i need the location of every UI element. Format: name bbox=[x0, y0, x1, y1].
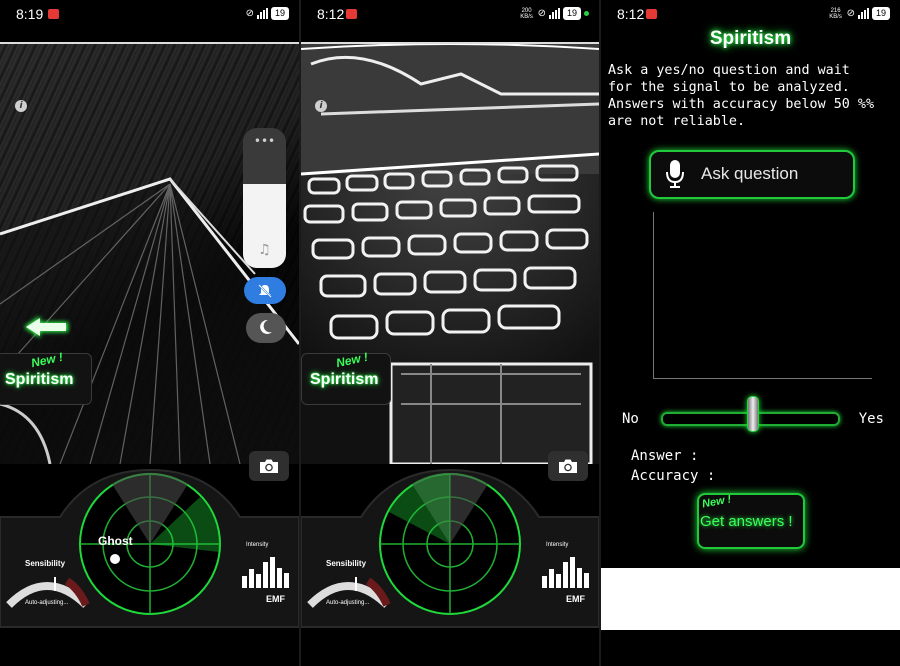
ghost-label: Ghost bbox=[98, 534, 133, 548]
moon-icon bbox=[260, 319, 272, 334]
network-speed: 216 KB/s bbox=[829, 7, 842, 20]
emf-bar bbox=[542, 576, 547, 588]
emf-bar bbox=[242, 576, 247, 588]
mute-toggle-button[interactable] bbox=[244, 277, 286, 304]
yes-label: Yes bbox=[858, 411, 884, 427]
mute-status-icon: ⊘ bbox=[846, 8, 855, 19]
spiritism-label: Spiritism bbox=[5, 371, 74, 388]
battery-indicator: 19 bbox=[871, 7, 890, 20]
sensibility-label: Sensibility bbox=[25, 559, 66, 568]
more-options-icon[interactable]: ••• bbox=[243, 134, 286, 148]
notification-icon bbox=[646, 9, 657, 19]
ad-banner-area bbox=[601, 568, 900, 630]
get-answers-label: Get answers ! bbox=[700, 513, 793, 530]
mute-status-icon: ⊘ bbox=[537, 8, 546, 19]
battery-indicator: 19 bbox=[270, 7, 289, 20]
sensibility-status: Auto-adjusting... bbox=[326, 600, 370, 606]
get-answers-button[interactable]: New ! Get answers ! bbox=[697, 493, 805, 549]
spiritism-button[interactable]: New ! Spiritism bbox=[0, 349, 92, 405]
emf-label: EMF bbox=[566, 594, 585, 604]
ask-question-button[interactable]: Ask question bbox=[649, 150, 855, 199]
status-icons: 216 KB/s ⊘ 19 bbox=[828, 7, 890, 20]
instructions-text: Ask a yes/no question and wait for the s… bbox=[608, 63, 875, 129]
spiritism-button[interactable]: New ! Spiritism bbox=[301, 349, 391, 405]
sensibility-label: Sensibility bbox=[326, 559, 367, 568]
ask-question-label: Ask question bbox=[701, 164, 799, 183]
detector-hud: Sensibility Auto-adjusting... Intensity … bbox=[301, 462, 599, 632]
page-title: Spiritism bbox=[709, 28, 792, 49]
new-badge: New ! bbox=[29, 349, 65, 371]
emf-bars bbox=[242, 554, 294, 588]
mute-status-icon: ⊘ bbox=[245, 8, 254, 19]
status-icons: ⊘ 19 bbox=[246, 7, 289, 20]
new-badge: New ! bbox=[334, 349, 370, 371]
back-arrow-icon[interactable] bbox=[22, 313, 72, 341]
sensibility-status: Auto-adjusting... bbox=[25, 600, 69, 606]
emf-bar bbox=[263, 562, 268, 588]
sensibility-gauge: Sensibility Auto-adjusting... bbox=[5, 559, 90, 611]
spiritism-label: Spiritism bbox=[310, 371, 379, 388]
intensity-label: Intensity bbox=[546, 542, 569, 548]
status-icons: 200 KB/s ⊘ 19 bbox=[519, 7, 589, 20]
sensibility-gauge: Sensibility Auto-adjusting... bbox=[306, 559, 391, 611]
do-not-disturb-button[interactable] bbox=[246, 313, 286, 343]
emf-bar bbox=[563, 562, 568, 588]
emf-bar bbox=[570, 557, 575, 588]
emf-bar bbox=[256, 574, 261, 588]
status-time: 8:12 bbox=[317, 6, 345, 22]
detector-hud: Ghost Sensibility Auto-adjusting... Inte… bbox=[0, 462, 299, 632]
microphone-icon bbox=[666, 160, 684, 188]
slider-knob[interactable] bbox=[747, 396, 759, 432]
status-bar: 8:12 216 KB/s ⊘ 19 bbox=[601, 0, 900, 30]
emf-bar bbox=[584, 573, 589, 588]
info-icon[interactable]: i bbox=[315, 100, 327, 112]
screen-spiritism: 8:12 216 KB/s ⊘ 19 Spiritism Ask a yes/n… bbox=[601, 0, 900, 666]
emf-bar bbox=[556, 574, 561, 588]
screen-ghost-radar-1: 8:19 ⊘ 19 i ••• ♫ New ! Spiritism Ghost … bbox=[0, 0, 299, 666]
network-speed: 200 KB/s bbox=[520, 7, 533, 20]
no-label: No bbox=[622, 411, 639, 427]
signal-chart bbox=[653, 212, 872, 379]
answer-slider: No Yes bbox=[601, 396, 900, 436]
emf-bar bbox=[277, 568, 282, 588]
answer-label: Answer : bbox=[631, 448, 699, 464]
emf-meter: Intensity EMF bbox=[538, 542, 596, 612]
signal-icon bbox=[857, 8, 869, 19]
volume-panel[interactable]: ••• ♫ bbox=[243, 128, 286, 268]
emf-bar bbox=[577, 568, 582, 588]
status-time: 8:19 bbox=[16, 6, 44, 22]
accuracy-label: Accuracy : bbox=[631, 468, 716, 484]
screen-ghost-radar-2: 8:12 200 KB/s ⊘ 19 i New ! Spiritism Sen… bbox=[301, 0, 599, 666]
notification-icon bbox=[346, 9, 357, 19]
intensity-label: Intensity bbox=[246, 542, 269, 548]
status-bar: 8:12 200 KB/s ⊘ 19 bbox=[301, 0, 599, 30]
new-badge: New ! bbox=[701, 493, 733, 511]
emf-label: EMF bbox=[266, 594, 285, 604]
emf-bar bbox=[549, 569, 554, 588]
emf-meter: Intensity EMF bbox=[238, 542, 296, 612]
bell-off-icon bbox=[258, 284, 272, 298]
emf-bar bbox=[270, 557, 275, 588]
emf-bar bbox=[284, 573, 289, 588]
emf-bars bbox=[542, 554, 594, 588]
emf-bar bbox=[249, 569, 254, 588]
signal-icon bbox=[548, 8, 560, 19]
signal-icon bbox=[256, 8, 268, 19]
status-time: 8:12 bbox=[617, 6, 645, 22]
camera-active-dot bbox=[584, 11, 589, 16]
battery-indicator: 19 bbox=[562, 7, 581, 20]
info-icon[interactable]: i bbox=[15, 100, 27, 112]
notification-icon bbox=[48, 9, 59, 19]
music-note-icon: ♫ bbox=[258, 242, 271, 258]
status-bar: 8:19 ⊘ 19 bbox=[0, 0, 299, 30]
